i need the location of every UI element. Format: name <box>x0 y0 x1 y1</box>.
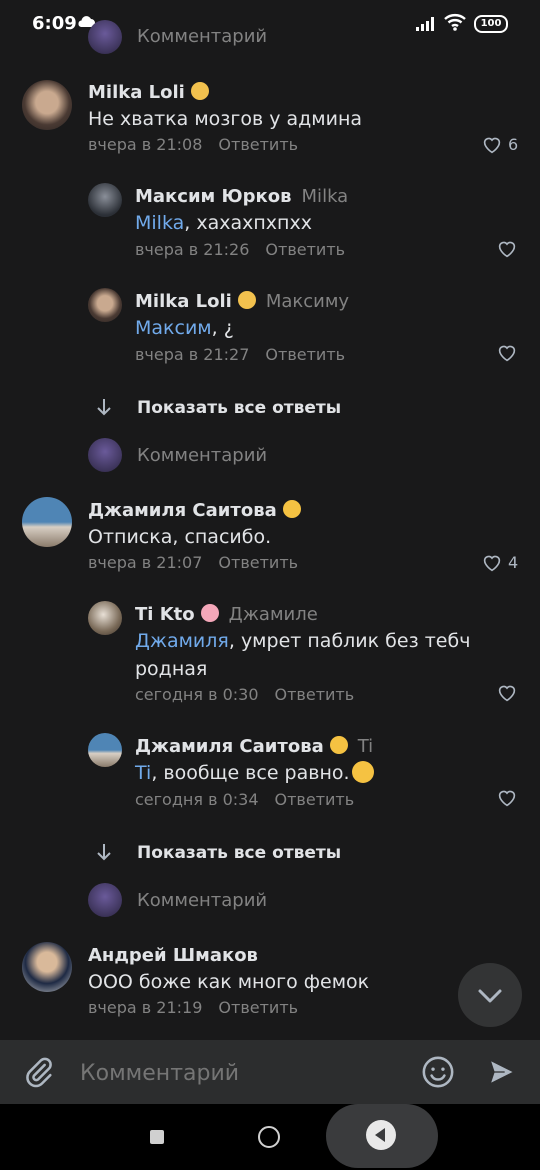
reply-author[interactable]: Ti Kto Джамиле <box>135 604 318 625</box>
reply-author[interactable]: Milka Loli Максиму <box>135 291 349 312</box>
comment-author[interactable]: Андрей Шмаков <box>88 945 258 966</box>
avatar[interactable] <box>22 942 72 992</box>
reply-button[interactable]: Ответить <box>265 240 345 259</box>
comment-meta: вчера в 21:08 Ответить <box>88 135 298 154</box>
chevron-down-icon <box>478 989 502 1003</box>
comment-time: вчера в 21:08 <box>88 135 203 154</box>
arrow-down-icon[interactable] <box>93 396 115 418</box>
comment-field[interactable]: Комментарий <box>137 890 267 911</box>
reply-meta: вчера в 21:26 Ответить <box>135 240 345 259</box>
comment-meta: вчера в 21:19 Ответить <box>88 998 298 1017</box>
reply-text: Ti, вообще все равно. <box>135 759 374 787</box>
reply-to: Milka <box>301 186 349 207</box>
like-count: 6 <box>508 135 519 154</box>
battery-indicator: 100 <box>474 15 508 33</box>
comment-time: вчера в 21:19 <box>88 998 203 1017</box>
reply-meta: сегодня в 0:30 Ответить <box>135 685 354 704</box>
avatar <box>88 883 122 917</box>
back-button[interactable] <box>326 1104 438 1168</box>
comment-input[interactable] <box>78 1054 402 1092</box>
emoji-icon <box>282 500 301 518</box>
reply-to: Джамиле <box>228 604 318 625</box>
avatar[interactable] <box>88 183 122 217</box>
status-time: 6:09 <box>32 13 77 34</box>
avatar[interactable] <box>22 80 72 130</box>
comment-input-bar <box>0 1040 540 1104</box>
reply-button[interactable]: Ответить <box>218 998 298 1017</box>
mention-link[interactable]: Milka <box>135 212 184 234</box>
reply-time: вчера в 21:26 <box>135 240 250 259</box>
reply-text: Джамиля, умрет паблик без тебч родная <box>135 630 471 680</box>
emoji-icon <box>329 736 348 754</box>
system-nav-bar <box>0 1104 540 1170</box>
emoji-icon <box>237 291 256 309</box>
heart-icon[interactable] <box>497 344 517 362</box>
show-all-replies-button[interactable]: Показать все ответы <box>137 843 341 863</box>
recents-button[interactable] <box>150 1130 164 1144</box>
heart-icon[interactable] <box>497 240 517 258</box>
reply-time: сегодня в 0:30 <box>135 685 259 704</box>
mention-link[interactable]: Ti <box>135 762 151 784</box>
like-button[interactable]: 4 <box>482 553 518 572</box>
reply-to: Ti <box>357 736 374 757</box>
mention-link[interactable]: Максим <box>135 317 212 339</box>
reply-time: сегодня в 0:34 <box>135 790 259 809</box>
wifi-icon <box>444 14 466 31</box>
reply-button[interactable]: Ответить <box>275 685 355 704</box>
mention-link[interactable]: Джамиля <box>135 630 229 652</box>
comment-text: Отписка, спасибо. <box>88 526 272 548</box>
reply-text: Milka, хахахпхпхх <box>135 212 312 234</box>
reply-to: Максиму <box>265 291 350 312</box>
avatar[interactable] <box>88 601 122 635</box>
heart-icon[interactable] <box>497 684 517 702</box>
reply-button[interactable]: Ответить <box>265 345 345 364</box>
reply-text: Максим, ¿ <box>135 317 234 339</box>
reply-author[interactable]: Максим Юрков Milka <box>135 186 348 207</box>
like-button[interactable]: 6 <box>482 135 518 154</box>
scroll-down-button[interactable] <box>458 963 522 1027</box>
reply-meta: вчера в 21:27 Ответить <box>135 345 345 364</box>
reply-button[interactable]: Ответить <box>218 135 298 154</box>
comment-field[interactable]: Комментарий <box>137 445 267 466</box>
comment-field-top[interactable]: Комментарий <box>137 26 267 47</box>
comment-text: Не хватка мозгов у админа <box>88 108 363 130</box>
status-bar: 6:09 100 <box>0 0 540 46</box>
reply-button[interactable]: Ответить <box>218 553 298 572</box>
heart-icon <box>483 137 501 153</box>
comment-text: ООО боже как много фемок <box>88 971 370 993</box>
emoji-icon <box>200 604 219 622</box>
avatar[interactable] <box>22 497 72 547</box>
back-icon <box>366 1120 396 1150</box>
like-count: 4 <box>508 553 519 572</box>
arrow-down-icon[interactable] <box>93 841 115 863</box>
avatar <box>88 20 122 54</box>
reply-meta: сегодня в 0:34 Ответить <box>135 790 354 809</box>
avatar[interactable] <box>88 733 122 767</box>
reply-time: вчера в 21:27 <box>135 345 250 364</box>
reply-author[interactable]: Джамиля Саитова Ti <box>135 736 373 757</box>
signal-icon <box>416 17 434 31</box>
home-button[interactable] <box>258 1126 280 1148</box>
reply-button[interactable]: Ответить <box>275 790 355 809</box>
comment-time: вчера в 21:07 <box>88 553 203 572</box>
comment-author[interactable]: Джамиля Саитова <box>88 500 301 521</box>
paperclip-icon[interactable] <box>22 1055 56 1089</box>
avatar[interactable] <box>88 288 122 322</box>
emoji-icon <box>351 761 374 783</box>
smile-icon[interactable] <box>421 1055 455 1089</box>
emoji-icon <box>190 82 209 100</box>
comment-author[interactable]: Milka Loli <box>88 82 209 103</box>
show-all-replies-button[interactable]: Показать все ответы <box>137 398 341 418</box>
avatar <box>88 438 122 472</box>
heart-icon[interactable] <box>497 789 517 807</box>
comment-meta: вчера в 21:07 Ответить <box>88 553 298 572</box>
send-icon[interactable] <box>486 1056 518 1088</box>
heart-icon <box>483 555 501 571</box>
